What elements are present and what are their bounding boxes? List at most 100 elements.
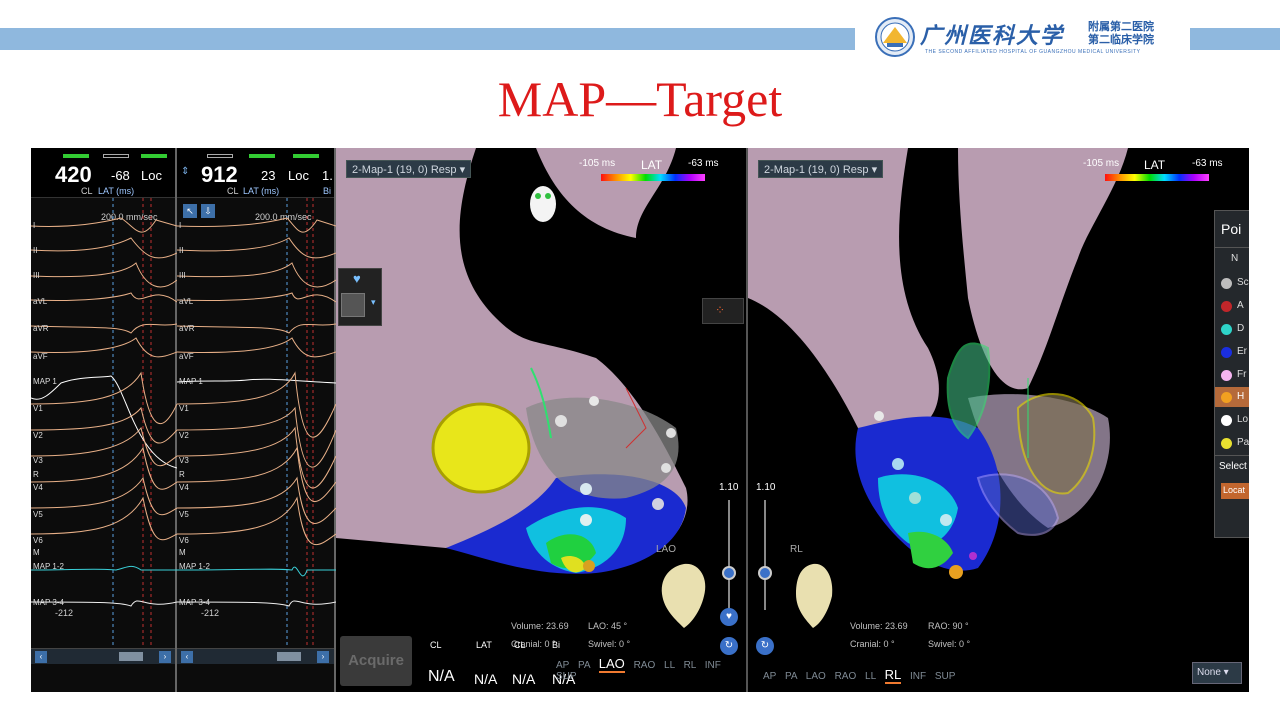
zoom-slider-thumb[interactable] <box>722 566 736 580</box>
ecg1-scrollbar[interactable]: ‹ › <box>31 648 175 664</box>
view-buttons[interactable]: AP PA LAO RAO LL RL INF SUP <box>556 656 746 682</box>
point-type-dot[interactable] <box>1221 415 1232 426</box>
zoom-slider-track[interactable] <box>764 500 766 610</box>
cl-value: N/A <box>428 668 455 685</box>
point-type-label[interactable]: Fr <box>1237 369 1246 380</box>
meas-header: Bi <box>552 640 561 650</box>
lead-label: V3 <box>33 456 43 465</box>
ecg1-traces <box>31 198 177 648</box>
lead-label: I <box>179 221 182 230</box>
heart-tool-icon[interactable]: ♥ <box>353 271 361 286</box>
view-sup-button[interactable]: SUP <box>935 671 956 682</box>
view-rl-button[interactable]: RL <box>884 667 902 684</box>
lead-label: V4 <box>179 483 189 492</box>
point-type-dot[interactable] <box>1221 347 1232 358</box>
scroll-right-button[interactable]: › <box>159 651 171 663</box>
point-type-dot[interactable] <box>1221 438 1232 449</box>
point-type-label[interactable]: H <box>1237 391 1244 402</box>
map-view-lao[interactable]: 2-Map-1 (19, 0) Resp ▾ -105 ms LAT -63 m… <box>336 148 746 692</box>
view-pa-button[interactable]: PA <box>785 671 797 682</box>
view-inf-button[interactable]: INF <box>910 671 926 682</box>
view-lao-button[interactable]: LAO <box>806 671 826 682</box>
points-tool[interactable]: ⁘ <box>702 298 744 324</box>
lead-label: II <box>179 246 184 255</box>
view-rao-button[interactable]: RAO <box>835 671 857 682</box>
lat-min-label: -105 ms <box>579 158 616 169</box>
scroll-left-button[interactable]: ‹ <box>181 651 193 663</box>
point-type-label[interactable]: Pa <box>1237 437 1249 448</box>
ecg1-loc-label[interactable]: Loc <box>141 168 162 183</box>
lead-label: MAP 1 <box>33 377 57 386</box>
ecg2-scrollbar[interactable]: ‹ › <box>177 648 334 664</box>
view-buttons[interactable]: AP PA LAO RAO LL RL INF SUP <box>763 667 956 684</box>
slide-title: MAP—Target <box>497 71 783 127</box>
lead-label: MAP 3-4 <box>179 598 210 607</box>
map-select-dropdown[interactable]: 2-Map-1 (19, 0) Resp ▾ <box>758 160 884 178</box>
scroll-thumb[interactable] <box>277 652 301 661</box>
orientation-label: RL <box>790 544 803 555</box>
view-sup-button[interactable]: SUP <box>556 671 577 682</box>
lead-label: aVF <box>33 352 48 361</box>
lead-label: M <box>179 548 186 557</box>
lead-label: V5 <box>33 510 43 519</box>
view-ll-button[interactable]: LL <box>664 660 675 671</box>
meas-header: LAT <box>476 640 492 650</box>
ecg2-loc-label[interactable]: Loc <box>288 168 309 183</box>
lead-label: aVL <box>179 297 194 306</box>
scroll-thumb[interactable] <box>119 652 143 661</box>
point-type-dot[interactable] <box>1221 278 1232 289</box>
header-bar-left <box>0 28 855 50</box>
volume-label: Volume: 23.69 <box>511 621 569 631</box>
point-type-label[interactable]: A <box>1237 300 1244 311</box>
map-select-dropdown[interactable]: 2-Map-1 (19, 0) Resp ▾ <box>346 160 472 178</box>
grid-points-icon[interactable]: ⁘ <box>715 303 725 317</box>
point-type-dot[interactable] <box>1221 370 1232 381</box>
point-type-dot[interactable] <box>1221 392 1232 403</box>
view-ap-button[interactable]: AP <box>763 671 776 682</box>
point-type-label[interactable]: Lo <box>1237 414 1248 425</box>
view-rl-button[interactable]: RL <box>684 660 696 671</box>
swap-arrows-icon[interactable]: ⇕ <box>181 166 189 177</box>
point-type-label[interactable]: D <box>1237 323 1244 334</box>
chevron-down-icon[interactable]: ▾ <box>371 297 376 308</box>
lead-label: V3 <box>179 456 189 465</box>
tool-swatch[interactable] <box>341 293 365 317</box>
meas-header: CL <box>514 640 526 650</box>
zoom-slider-track[interactable] <box>728 500 730 610</box>
view-ll-button[interactable]: LL <box>865 671 876 682</box>
view-inf-button[interactable]: INF <box>705 660 721 671</box>
none-select[interactable]: None ▾ <box>1192 662 1242 684</box>
rotate-icon[interactable]: ↻ <box>720 637 738 655</box>
view-lao-button[interactable]: LAO <box>598 656 625 673</box>
ecg1-lat-value: -68 <box>111 168 130 183</box>
university-name: 广州医科大学 <box>920 23 1065 49</box>
acquire-button[interactable]: Acquire <box>340 636 412 686</box>
point-type-label[interactable]: Sc <box>1237 277 1249 288</box>
lead-label: V5 <box>179 510 189 519</box>
tool-palette[interactable]: ♥ ▾ <box>338 268 382 326</box>
lead-label: V1 <box>179 404 189 413</box>
point-type-dot[interactable] <box>1221 301 1232 312</box>
lat-color-scale <box>601 174 705 181</box>
view-ap-button[interactable]: AP <box>556 660 569 671</box>
volume-label: Volume: 23.69 <box>850 621 908 631</box>
rotate-icon[interactable]: ↻ <box>756 637 774 655</box>
lead-label: aVL <box>33 297 48 306</box>
zoom-slider-thumb[interactable] <box>758 566 772 580</box>
view-rao-button[interactable]: RAO <box>634 660 656 671</box>
heart-view-icon[interactable]: ♥ <box>720 608 738 626</box>
view-pa-button[interactable]: PA <box>578 660 590 671</box>
rao-angle: RAO: 90 ° <box>928 621 969 631</box>
map-view-rl[interactable]: 2-Map-1 (19, 0) Resp ▾ -105 ms LAT -63 m… <box>748 148 1249 692</box>
ecg1-bottom-value: -212 <box>55 608 74 618</box>
point-type-dot[interactable] <box>1221 324 1232 335</box>
heart-orientation-icon <box>796 563 833 628</box>
point-type-label[interactable]: Er <box>1237 346 1247 357</box>
point-type-label[interactable]: N <box>1231 253 1238 264</box>
scroll-right-button[interactable]: › <box>317 651 329 663</box>
scroll-left-button[interactable]: ‹ <box>35 651 47 663</box>
lat-title: LAT <box>641 158 663 172</box>
select-label: Select <box>1219 461 1247 472</box>
locate-button[interactable]: Locat <box>1221 483 1249 499</box>
university-seal-icon <box>875 17 915 57</box>
